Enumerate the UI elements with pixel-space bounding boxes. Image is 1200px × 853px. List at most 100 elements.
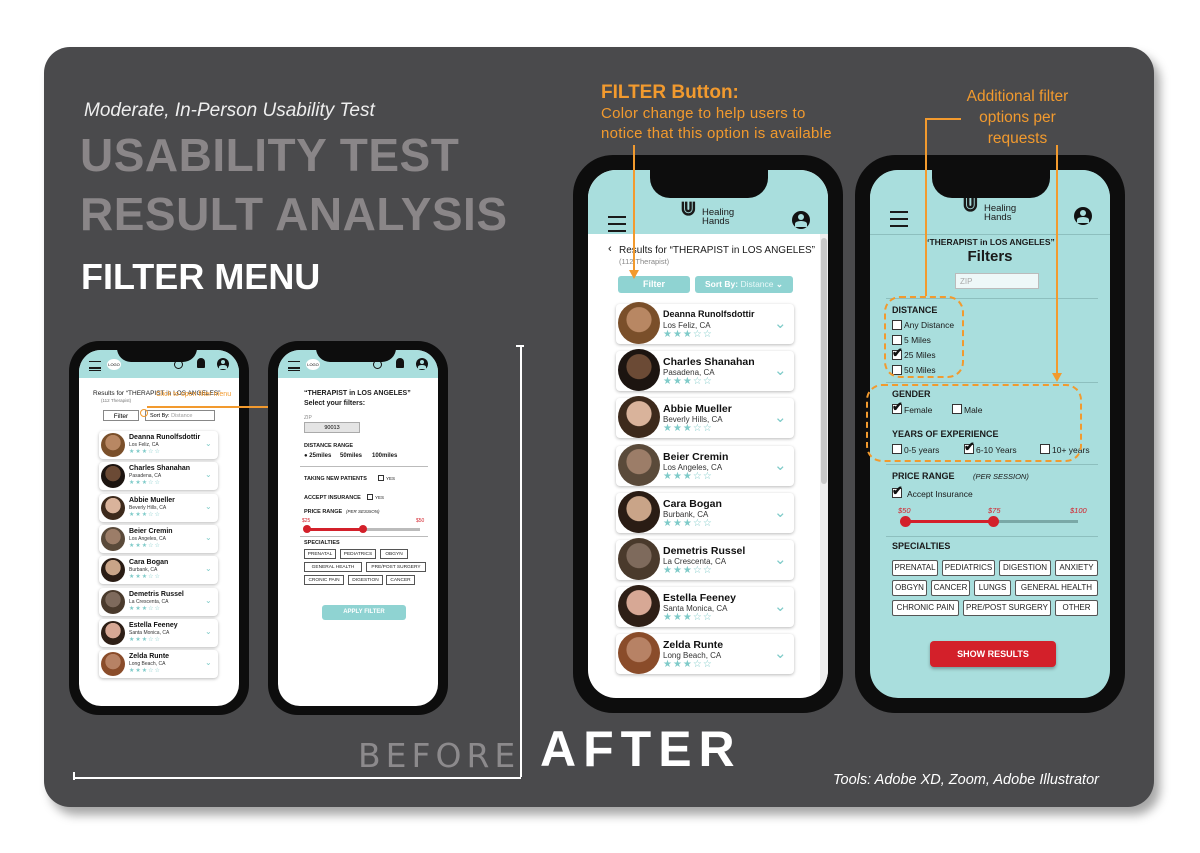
user-icon[interactable] xyxy=(1074,207,1092,225)
specialty-chip[interactable]: CHRONIC PAIN xyxy=(892,600,959,616)
filters-title: Filters xyxy=(967,248,1013,265)
sort-dropdown[interactable]: Sort By: Distance xyxy=(145,410,215,421)
rating-stars: ★★★☆☆ xyxy=(129,605,161,612)
user-icon[interactable] xyxy=(792,211,810,229)
accept-insurance-checkbox[interactable] xyxy=(367,494,373,500)
therapist-card[interactable]: Abbie Mueller Beverly Hills, CA ★★★☆☆ ⌄ xyxy=(99,493,218,522)
chevron-down-icon[interactable]: ⌄ xyxy=(774,503,787,521)
specialty-chip[interactable]: PEDIATRICS xyxy=(942,560,995,576)
back-chevron-icon[interactable]: ‹ xyxy=(608,243,612,255)
user-icon[interactable] xyxy=(217,358,229,370)
distance-option-label: 25miles xyxy=(309,453,332,459)
apply-filter-button[interactable]: APPLY FILTER xyxy=(322,605,406,620)
specialty-chip[interactable]: ANXIETY xyxy=(1055,560,1098,576)
rating-stars: ★★★☆☆ xyxy=(663,376,713,388)
price-slider-handle-min[interactable] xyxy=(900,516,911,527)
chevron-down-icon[interactable]: ⌄ xyxy=(205,658,212,667)
distance-option-50[interactable]: 50miles xyxy=(340,453,362,459)
specialty-chip[interactable]: OBGYN xyxy=(892,580,927,596)
title-line-1: USABILITY TEST xyxy=(80,129,460,181)
chevron-down-icon[interactable]: ⌄ xyxy=(205,439,212,448)
therapist-card[interactable]: Abbie Mueller Beverly Hills, CA ★★★☆☆ ⌄ xyxy=(616,396,794,439)
therapist-card[interactable]: Charles Shanahan Pasadena, CA ★★★☆☆ ⌄ xyxy=(99,462,218,491)
specialty-chip[interactable]: GENERAL HEALTH xyxy=(1015,580,1098,596)
specialty-chip[interactable]: PEDIATRICS xyxy=(340,549,376,559)
therapist-card[interactable]: Demetris Russel La Crescenta, CA ★★★☆☆ ⌄ xyxy=(616,538,794,580)
specialty-chip[interactable]: CANCER xyxy=(931,580,970,596)
specialty-chip[interactable]: CRONIC PAIN xyxy=(304,575,344,585)
therapist-card[interactable]: Estella Feeney Santa Monica, CA ★★★☆☆ ⌄ xyxy=(616,585,794,628)
chevron-down-icon[interactable]: ⌄ xyxy=(774,314,787,332)
therapist-avatar xyxy=(101,495,125,520)
chevron-down-icon[interactable]: ⌄ xyxy=(774,597,787,615)
divider-horizontal xyxy=(73,777,521,779)
rating-stars: ★★★☆☆ xyxy=(129,542,161,549)
filter-button[interactable]: Filter xyxy=(103,410,139,421)
therapist-avatar xyxy=(101,620,125,645)
distance-option-25[interactable]: ● 25miles xyxy=(304,453,331,459)
rating-stars: ★★★☆☆ xyxy=(129,511,161,518)
menu-icon[interactable] xyxy=(288,361,300,371)
chevron-down-icon[interactable]: ⌄ xyxy=(205,502,212,511)
therapist-card[interactable]: Demetris Russel La Crescenta, CA ★★★☆☆ ⌄ xyxy=(99,587,218,616)
therapist-name: Zelda Runte xyxy=(663,639,724,652)
chevron-down-icon[interactable]: ⌄ xyxy=(774,550,787,568)
zip-input[interactable]: ZIP xyxy=(955,273,1039,289)
user-icon[interactable] xyxy=(416,358,428,370)
scrollbar-thumb[interactable] xyxy=(821,238,827,484)
distance-option-label: 100miles xyxy=(372,453,398,459)
chevron-down-icon[interactable]: ⌄ xyxy=(205,627,212,636)
specialties-label: SPECIALTIES xyxy=(304,540,340,546)
therapist-avatar xyxy=(101,464,125,489)
therapist-card[interactable]: Cara Bogan Burbank, CA ★★★☆☆ ⌄ xyxy=(99,556,218,585)
specialty-chip[interactable]: PRENATAL xyxy=(892,560,938,576)
specialty-chip[interactable]: OTHER xyxy=(1055,600,1098,616)
price-slider-handle-max[interactable] xyxy=(359,525,367,533)
therapist-card[interactable]: Cara Bogan Burbank, CA ★★★☆☆ ⌄ xyxy=(616,490,794,533)
therapist-card[interactable]: Deanna Runolfsdottir Los Feliz, CA ★★★☆☆ ⌄ xyxy=(99,431,218,459)
specialty-chip[interactable]: GENERAL HEALTH xyxy=(304,562,362,572)
specialty-chip[interactable]: DIGESTION xyxy=(348,575,383,585)
sort-value: Distance xyxy=(740,279,774,289)
chevron-down-icon[interactable]: ⌄ xyxy=(205,596,212,605)
specialty-chip[interactable]: PRE/POST SURGERY xyxy=(963,600,1051,616)
specialty-chip[interactable]: CANCER xyxy=(386,575,415,585)
price-slider-handle-min[interactable] xyxy=(303,525,311,533)
sort-dropdown[interactable]: Sort By: Distance ⌄ xyxy=(695,276,793,293)
therapist-card[interactable]: Charles Shanahan Pasadena, CA ★★★☆☆ ⌄ xyxy=(616,349,794,392)
bell-icon[interactable] xyxy=(197,358,205,368)
chevron-down-icon[interactable]: ⌄ xyxy=(774,456,787,474)
chevron-down-icon[interactable]: ⌄ xyxy=(205,470,212,479)
specialty-chip[interactable]: DIGESTION xyxy=(999,560,1051,576)
specialty-chip[interactable]: PRENATAL xyxy=(304,549,336,559)
taking-new-label: TAKING NEW PATIENTS xyxy=(304,476,367,482)
price-slider-handle-max[interactable] xyxy=(988,516,999,527)
sort-value: Distance xyxy=(171,413,193,419)
therapist-card[interactable]: Zelda Runte Long Beach, CA ★★★☆☆ ⌄ xyxy=(99,650,218,679)
distance-option-100[interactable]: 100miles xyxy=(372,453,397,459)
specialty-chip[interactable]: OBGYN xyxy=(380,549,408,559)
therapist-card[interactable]: Zelda Runte Long Beach, CA ★★★☆☆ ⌄ xyxy=(616,632,794,675)
show-results-button[interactable]: SHOW RESULTS xyxy=(930,641,1056,667)
menu-icon[interactable] xyxy=(608,216,626,232)
therapist-avatar xyxy=(101,589,125,614)
logo-placeholder: LOGO xyxy=(306,359,320,370)
therapist-card[interactable]: Beier Cremin Los Angeles, CA ★★★☆☆ ⌄ xyxy=(616,443,794,486)
therapist-card[interactable]: Beier Cremin Los Angeles, CA ★★★☆☆ ⌄ xyxy=(99,524,218,553)
therapist-card[interactable]: Deanna Runolfsdottir Los Feliz, CA ★★★☆☆ ⌄ xyxy=(616,302,794,344)
taking-new-checkbox[interactable] xyxy=(378,475,384,481)
bell-icon[interactable] xyxy=(396,358,404,368)
chevron-down-icon[interactable]: ⌄ xyxy=(205,564,212,573)
specialty-chip[interactable]: PRE/POST SURGERY xyxy=(366,562,426,572)
chevron-down-icon[interactable]: ⌄ xyxy=(774,644,787,662)
menu-icon[interactable] xyxy=(890,211,908,227)
chevron-down-icon[interactable]: ⌄ xyxy=(774,408,787,426)
zip-input[interactable]: 90013 xyxy=(304,422,360,433)
chevron-down-icon[interactable]: ⌄ xyxy=(205,533,212,542)
chevron-down-icon[interactable]: ⌄ xyxy=(774,361,787,379)
rating-stars: ★★★☆☆ xyxy=(129,636,161,643)
menu-icon[interactable] xyxy=(89,361,101,371)
price-label-max: $100 xyxy=(1070,506,1087,515)
specialty-chip[interactable]: LUNGS xyxy=(974,580,1011,596)
therapist-card[interactable]: Estella Feeney Santa Monica, CA ★★★☆☆ ⌄ xyxy=(99,618,218,647)
